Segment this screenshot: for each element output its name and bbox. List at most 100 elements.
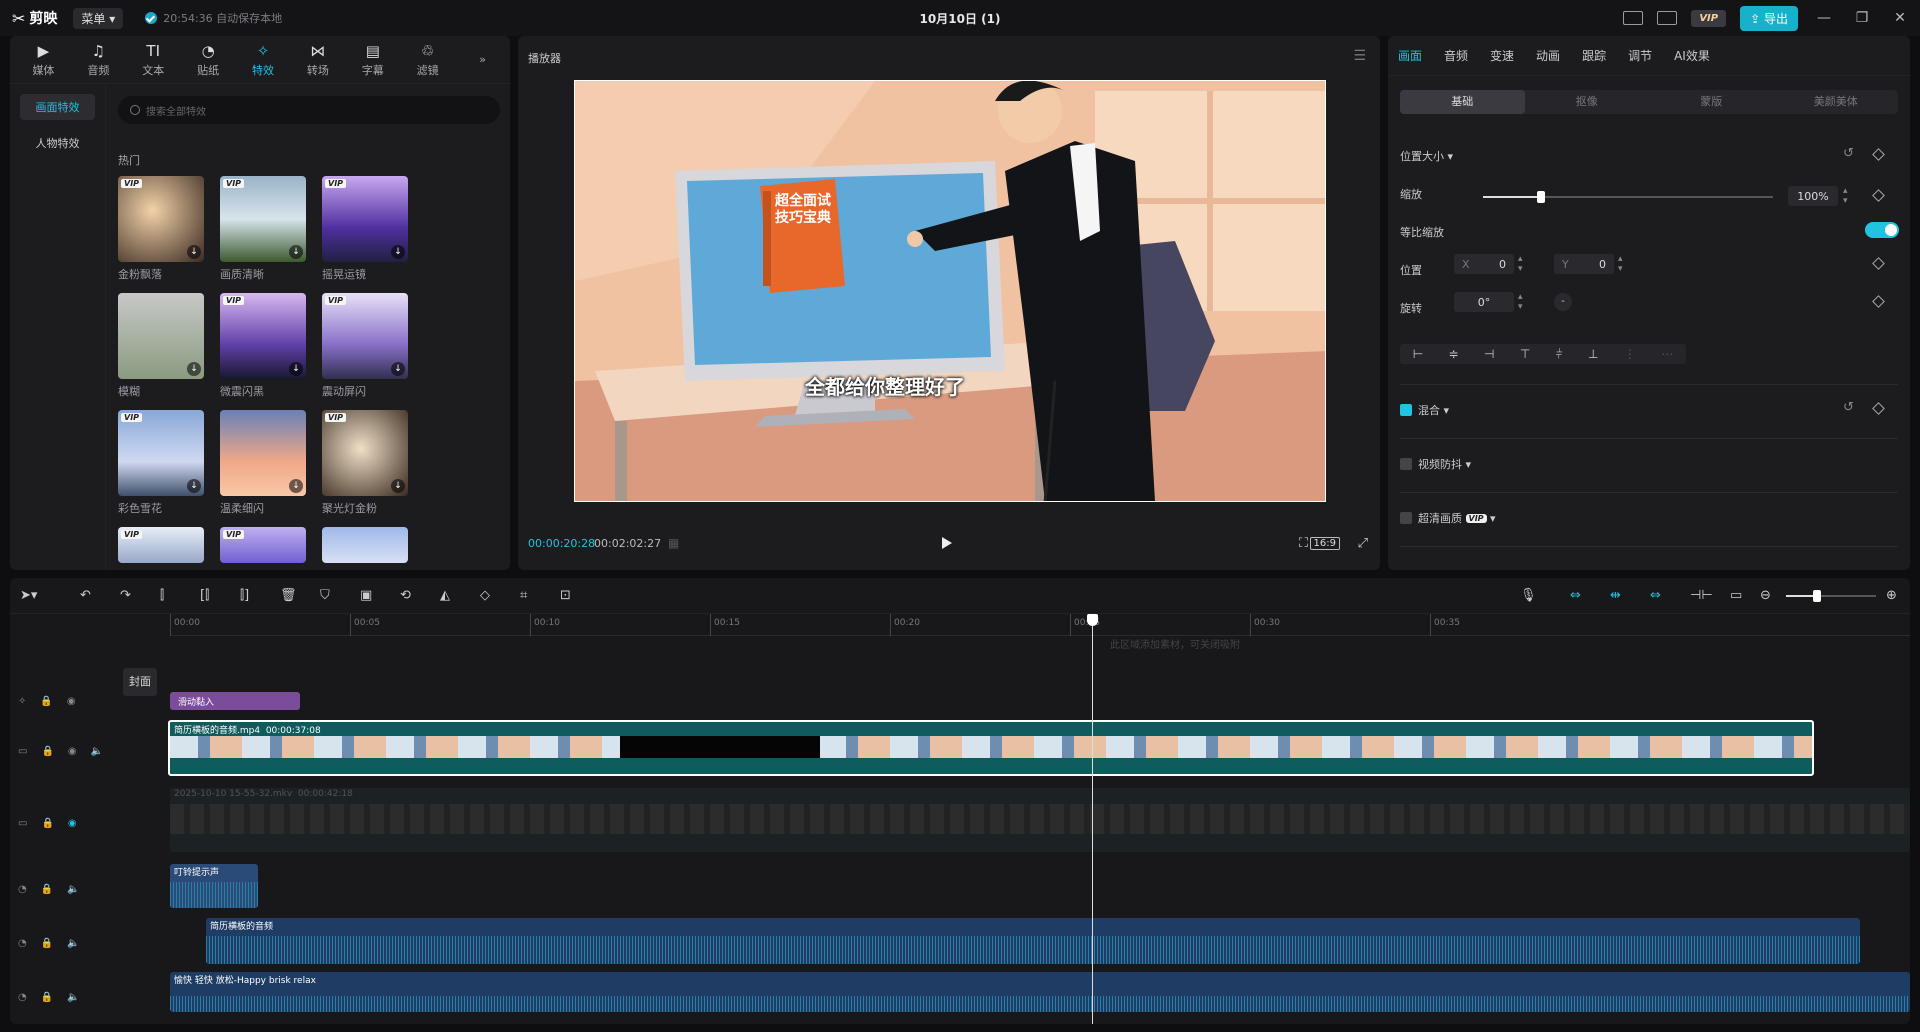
keyframe-icon[interactable] xyxy=(1872,148,1885,161)
time-ruler[interactable]: 00:0000:0500:1000:1500:2000:2500:3000:35 xyxy=(170,614,1910,636)
effect-thumbnail[interactable] xyxy=(322,527,408,563)
screenshot-icon[interactable]: ⛶ xyxy=(1299,536,1308,551)
cover-button[interactable]: 封面 xyxy=(123,668,157,696)
split-left-icon[interactable]: [⫿ xyxy=(200,588,209,603)
effect-thumbnail[interactable]: VIP ↓ xyxy=(118,176,204,262)
stabilize-toggle[interactable]: 视频防抖 ▾ xyxy=(1400,456,1471,472)
link-icon[interactable]: ⇔ xyxy=(1650,588,1661,603)
segment-tab[interactable]: 蒙版 xyxy=(1649,90,1774,114)
reverse-icon[interactable]: ⟲ xyxy=(400,588,411,603)
keyboard-icon[interactable] xyxy=(1623,11,1644,25)
align-left-icon[interactable]: ⊢ xyxy=(1413,347,1423,361)
effect-thumbnail[interactable]: VIP ↓ xyxy=(322,176,408,262)
segment-tab[interactable]: 抠像 xyxy=(1525,90,1650,114)
eye-icon[interactable]: ◉ xyxy=(67,696,76,707)
search-input[interactable]: 搜索全部特效 xyxy=(118,96,500,124)
prop-tab[interactable]: 音频 xyxy=(1444,47,1468,64)
vip-button[interactable]: VIP xyxy=(1691,9,1727,27)
layout-icon[interactable] xyxy=(1657,11,1678,25)
playhead[interactable] xyxy=(1087,614,1098,1024)
keyframe-icon[interactable] xyxy=(1872,295,1885,308)
delete-icon[interactable]: 🗑 xyxy=(280,588,297,603)
effect-thumbnail[interactable]: VIP ↓ xyxy=(118,410,204,496)
audio-clip[interactable]: 愉快 轻快 放松-Happy brisk relax xyxy=(170,972,1910,1012)
rotate-dial-icon[interactable]: - xyxy=(1554,293,1572,311)
segment-tab[interactable]: 基础 xyxy=(1400,90,1525,114)
fullscreen-icon[interactable]: ⤢ xyxy=(1358,536,1368,551)
download-icon[interactable]: ↓ xyxy=(391,479,405,493)
uniform-scale-toggle[interactable] xyxy=(1865,222,1899,238)
freeze-icon[interactable]: ▣ xyxy=(360,588,372,603)
eye-icon[interactable]: ◉ xyxy=(68,746,77,757)
download-icon[interactable]: ↓ xyxy=(187,479,201,493)
rotate-input[interactable]: 0° xyxy=(1454,292,1514,312)
play-button[interactable] xyxy=(942,537,952,549)
keyframe-icon[interactable] xyxy=(1872,402,1885,415)
effect-clip[interactable]: 滑动黏入 xyxy=(170,692,300,710)
blend-toggle[interactable]: 混合 ▾ xyxy=(1400,402,1449,418)
lock-icon[interactable]: 🔒 xyxy=(41,938,53,949)
undo-icon[interactable]: ↶ xyxy=(80,588,91,603)
align-center-h-icon[interactable]: ≑ xyxy=(1449,347,1459,361)
effect-card[interactable]: VIP ↓ 微震闪黑 xyxy=(220,293,306,410)
zoom-in-icon[interactable]: ⊕ xyxy=(1886,588,1897,603)
position-x-input[interactable]: X0 xyxy=(1454,254,1514,274)
tab-sticker[interactable]: ◔ 贴纸 xyxy=(181,36,236,83)
tab-effects[interactable]: ✧ 特效 xyxy=(236,36,291,83)
position-size-header[interactable]: 位置大小 ▾ xyxy=(1400,148,1453,164)
effect-thumbnail[interactable]: VIP xyxy=(118,527,204,563)
project-title[interactable]: 10月10日 (1) xyxy=(920,10,1001,27)
marker-icon[interactable]: ⛉ xyxy=(320,588,330,603)
main-track-magnet-icon[interactable]: ⇔ xyxy=(1570,588,1581,603)
scale-input[interactable]: 100% xyxy=(1788,186,1838,206)
smart-crop-icon[interactable]: ⊡ xyxy=(560,588,571,603)
scale-slider[interactable] xyxy=(1483,191,1773,203)
timeline-list-icon[interactable]: ▦ xyxy=(668,536,679,550)
mirror-icon[interactable]: ◭ xyxy=(440,588,450,603)
split-right-icon[interactable]: ⫿] xyxy=(240,588,249,603)
effect-thumbnail[interactable]: ↓ xyxy=(220,410,306,496)
effect-thumbnail[interactable]: VIP ↓ xyxy=(322,410,408,496)
download-icon[interactable]: ↓ xyxy=(391,362,405,376)
subtitle-icon[interactable]: ▭ xyxy=(1730,588,1742,603)
position-x-stepper[interactable]: ▴ ▾ xyxy=(1518,254,1523,274)
crop-icon[interactable]: ⌗ xyxy=(520,588,527,603)
aspect-ratio-button[interactable]: 16:9 xyxy=(1309,536,1340,550)
effect-card[interactable]: VIP ↓ 画质清晰 xyxy=(220,176,306,293)
lock-icon[interactable]: 🔒 xyxy=(41,992,53,1003)
tab-media[interactable]: ▶ 媒体 xyxy=(16,36,71,83)
download-icon[interactable]: ↓ xyxy=(289,245,303,259)
download-icon[interactable]: ↓ xyxy=(391,245,405,259)
close-icon[interactable]: ✕ xyxy=(1888,10,1912,26)
effect-card[interactable]: VIP ↓ 聚光灯金粉 xyxy=(322,410,408,527)
download-icon[interactable]: ↓ xyxy=(289,362,303,376)
speaker-icon[interactable]: 🔈 xyxy=(67,938,79,949)
prop-tab[interactable]: 画面 xyxy=(1398,47,1422,64)
effect-card[interactable]: VIP ↓ 金粉飘落 xyxy=(118,176,204,293)
preview-axis-icon[interactable]: ⊣⊢ xyxy=(1690,588,1713,603)
segment-tab[interactable]: 美颜美体 xyxy=(1774,90,1899,114)
main-video-clip[interactable]: 简历横板的音频.mp4 00:00:37:08 xyxy=(168,720,1814,776)
subtitle-text[interactable]: 全都给你整理好了 xyxy=(575,371,1195,400)
effect-card[interactable]: VIP ↓ 彩色雪花 xyxy=(118,410,204,527)
effect-thumbnail[interactable]: VIP ↓ xyxy=(220,176,306,262)
align-bottom-icon[interactable]: ⊥ xyxy=(1588,347,1598,361)
align-right-icon[interactable]: ⊣ xyxy=(1484,347,1494,361)
restore-icon[interactable]: ❐ xyxy=(1850,10,1874,26)
keyframe-icon[interactable] xyxy=(1872,189,1885,202)
reset-icon[interactable]: ↺ xyxy=(1843,146,1854,161)
effect-thumbnail[interactable]: VIP xyxy=(220,527,306,563)
more-tabs-icon[interactable]: » xyxy=(455,36,510,83)
player-menu-icon[interactable]: ☰ xyxy=(1353,48,1366,64)
stabilize-checkbox[interactable] xyxy=(1400,458,1412,470)
tab-subtitle[interactable]: ▤ 字幕 xyxy=(345,36,400,83)
menu-button[interactable]: 菜单 ▾ xyxy=(73,7,124,29)
split-icon[interactable]: ⫿ xyxy=(160,588,164,603)
effect-card[interactable]: ↓ 温柔细闪 xyxy=(220,410,306,527)
minimize-icon[interactable]: — xyxy=(1812,10,1836,26)
select-tool-icon[interactable]: ➤▾ xyxy=(20,588,37,603)
video-preview[interactable]: 超全面试 技巧宝典 全都给你整理好了 xyxy=(574,80,1326,502)
effect-thumbnail[interactable]: VIP ↓ xyxy=(220,293,306,379)
rotate-icon[interactable]: ◇ xyxy=(480,588,490,603)
download-icon[interactable]: ↓ xyxy=(187,245,201,259)
